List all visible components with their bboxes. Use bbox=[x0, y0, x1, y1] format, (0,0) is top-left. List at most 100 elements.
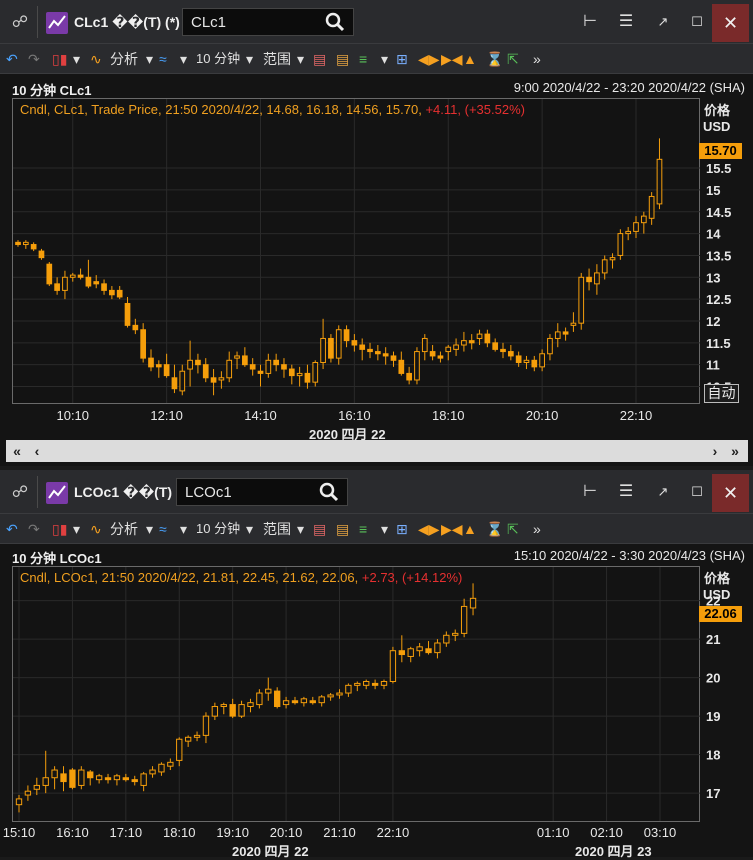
candle bbox=[176, 737, 183, 767]
candle bbox=[124, 296, 131, 328]
scroll-first-icon[interactable]: « bbox=[8, 441, 26, 461]
x-tick-label: 16:10 bbox=[338, 408, 371, 423]
candle-body-down bbox=[351, 340, 358, 346]
legend-values: Cndl, CLc1, Trade Price, 21:50 2020/4/22… bbox=[20, 102, 422, 117]
candle-body-down bbox=[93, 281, 100, 285]
x-tick-label: 17:10 bbox=[110, 825, 143, 840]
candle-body-down bbox=[291, 700, 299, 704]
scroll-left-icon[interactable]: ‹ bbox=[28, 441, 46, 461]
auto-scale-button[interactable]: 自动 bbox=[704, 384, 739, 403]
candle-body-up bbox=[226, 359, 233, 379]
candle bbox=[398, 351, 405, 376]
candle bbox=[77, 268, 84, 280]
candle-body-down bbox=[148, 357, 154, 368]
candle bbox=[273, 353, 279, 372]
x-tick-label: 20:10 bbox=[526, 408, 559, 423]
candle-body-up bbox=[149, 769, 156, 775]
candlestick-chart-clc1[interactable]: 10.51111.51212.51313.51414.51515.510:101… bbox=[0, 0, 753, 466]
candle bbox=[336, 689, 343, 699]
candle-body-up bbox=[345, 684, 352, 694]
candle bbox=[195, 353, 201, 374]
candle-body-up bbox=[238, 704, 245, 717]
candle bbox=[354, 681, 361, 692]
axis-unit: USD bbox=[703, 587, 731, 602]
candle-body-up bbox=[363, 680, 370, 686]
candle bbox=[429, 345, 436, 361]
candle bbox=[586, 268, 592, 291]
candle-body-down bbox=[425, 648, 432, 654]
candle-body-down bbox=[69, 769, 76, 788]
candle bbox=[523, 355, 530, 370]
candle-body-down bbox=[30, 244, 37, 250]
candle bbox=[210, 369, 217, 396]
horizontal-scrollbar[interactable]: « ‹ › » bbox=[6, 440, 748, 462]
candle bbox=[33, 777, 40, 796]
candle-body-up bbox=[336, 692, 343, 696]
candle-body-down bbox=[281, 364, 287, 370]
candle bbox=[163, 353, 170, 378]
candle bbox=[312, 360, 319, 387]
candle bbox=[158, 762, 165, 776]
candle bbox=[116, 286, 123, 300]
y-tick-label: 14.5 bbox=[706, 205, 731, 220]
candle bbox=[202, 712, 210, 744]
candle bbox=[220, 702, 227, 715]
candle bbox=[15, 795, 23, 813]
candle-body-down bbox=[437, 355, 444, 359]
candle-body-down bbox=[406, 372, 412, 381]
candle-body-down bbox=[328, 337, 334, 359]
candle bbox=[281, 358, 287, 378]
candle-body-up bbox=[547, 337, 553, 355]
candle bbox=[304, 364, 311, 389]
candle-body-up bbox=[300, 698, 308, 704]
candle bbox=[148, 349, 154, 372]
x-tick-label: 03:10 bbox=[644, 825, 677, 840]
candle bbox=[617, 229, 624, 260]
candle bbox=[104, 773, 112, 784]
x-tick-label: 22:10 bbox=[620, 408, 653, 423]
candle-body-up bbox=[193, 734, 201, 738]
candle-body-up bbox=[320, 337, 326, 363]
candle bbox=[131, 775, 138, 786]
candle-body-down bbox=[202, 364, 209, 379]
candlestick-chart-lcoc1[interactable]: 17181920212215:10 16:10 17:10 18:10 19:10 20:… bbox=[0, 470, 753, 857]
candle bbox=[184, 735, 192, 747]
candle-body-up bbox=[218, 377, 225, 381]
candle bbox=[122, 773, 130, 782]
candle bbox=[327, 693, 334, 701]
candle-body-down bbox=[367, 348, 373, 353]
candle-body-down bbox=[109, 289, 115, 296]
last-price-tag: 15.70 bbox=[699, 143, 742, 159]
chart-panel-clc1: ☍ CLc1 ��(T) (*) ⊢ ☰ ↗ ☐ ✕ ↶ ↷ ▯▮ ▾ ∿ 分析… bbox=[0, 0, 753, 466]
candle-body-up bbox=[656, 158, 663, 205]
candle-body-down bbox=[132, 324, 139, 331]
candle bbox=[468, 334, 475, 350]
candle-body-down bbox=[54, 283, 60, 291]
candle-body-down bbox=[531, 359, 538, 368]
candle bbox=[38, 248, 45, 260]
scroll-last-icon[interactable]: » bbox=[726, 441, 744, 461]
candle-body-down bbox=[398, 650, 405, 656]
candle-body-up bbox=[469, 597, 477, 609]
candle bbox=[425, 641, 432, 655]
candle bbox=[291, 696, 299, 705]
candle bbox=[335, 325, 342, 365]
scroll-right-icon[interactable]: › bbox=[706, 441, 724, 461]
candle bbox=[229, 698, 236, 719]
candle bbox=[62, 270, 68, 300]
candle-body-down bbox=[242, 355, 248, 366]
candle bbox=[434, 639, 441, 659]
candle-body-down bbox=[249, 364, 256, 370]
candle bbox=[656, 138, 663, 210]
candle-body-down bbox=[288, 368, 295, 377]
candle bbox=[60, 766, 67, 792]
candle-body-up bbox=[158, 763, 165, 773]
candle-body-up bbox=[354, 682, 361, 686]
y-tick-label: 13 bbox=[706, 270, 720, 285]
date-label: 2020 四月 23 bbox=[575, 844, 652, 859]
candle-body-up bbox=[220, 704, 227, 708]
candle bbox=[24, 785, 32, 801]
candle bbox=[179, 364, 186, 396]
candle-body-up bbox=[380, 680, 388, 686]
candle bbox=[445, 345, 452, 361]
